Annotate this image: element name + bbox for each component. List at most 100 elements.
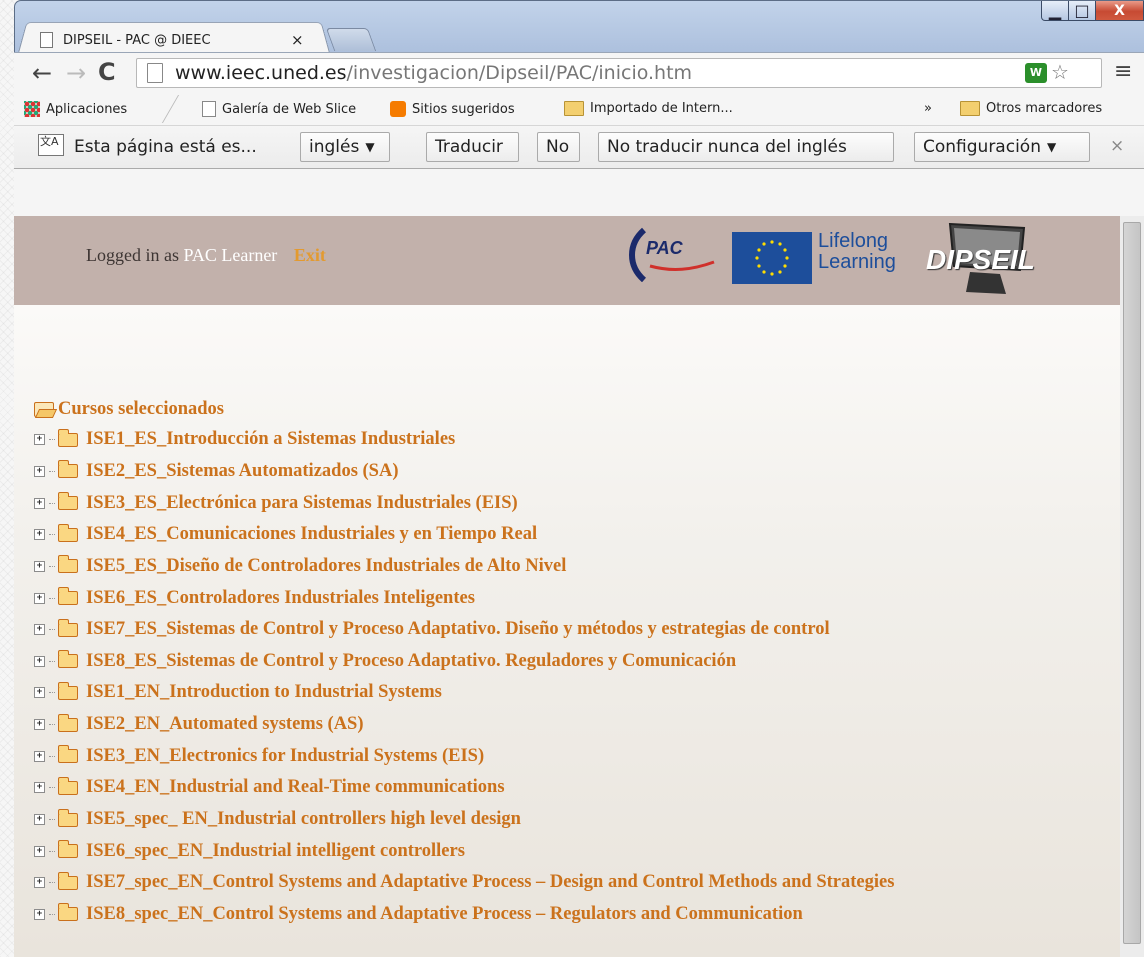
course-link[interactable]: ISE5_spec_ EN_Industrial controllers hig… xyxy=(86,809,521,830)
course-item[interactable]: + ISE8_spec_EN_Control Systems and Adapta… xyxy=(34,899,894,931)
bookmark-label: Otros marcadores xyxy=(986,101,1103,116)
tree-connector xyxy=(49,629,55,631)
course-link[interactable]: ISE3_ES_Electrónica para Sistemas Indust… xyxy=(86,493,518,514)
scrollbar-thumb[interactable] xyxy=(1123,222,1141,944)
course-item[interactable]: + ISE4_EN_Industrial and Real-Time commun… xyxy=(34,772,894,804)
course-item[interactable]: + ISE6_ES_Controladores Industriales Inte… xyxy=(34,582,894,614)
expand-plus-icon[interactable]: + xyxy=(34,529,45,541)
pac-logo-text: PAC xyxy=(646,238,683,258)
expand-plus-icon[interactable]: + xyxy=(34,877,45,889)
menu-icon[interactable]: ≡ xyxy=(1114,59,1132,84)
bookmark-galeria[interactable]: Galería de Web Slice xyxy=(202,101,356,117)
course-item[interactable]: + ISE3_EN_Electronics for Industrial Syst… xyxy=(34,740,894,772)
reload-icon[interactable]: C xyxy=(98,58,116,86)
bookmark-star-icon[interactable]: ☆ xyxy=(1051,60,1069,84)
expand-plus-icon[interactable]: + xyxy=(34,782,45,794)
address-bar[interactable]: www.ieec.uned.es/investigacion/Dipseil/P… xyxy=(136,58,1102,88)
back-arrow-icon[interactable]: ← xyxy=(32,59,52,87)
course-item[interactable]: + ISE7_ES_Sistemas de Control y Proceso A… xyxy=(34,614,894,646)
expand-plus-icon[interactable]: + xyxy=(34,687,45,699)
course-link[interactable]: ISE4_ES_Comunicaciones Industriales y en… xyxy=(86,524,537,545)
bookmark-otros-marcadores[interactable]: Otros marcadores xyxy=(960,101,1102,116)
course-link[interactable]: ISE1_ES_Introducción a Sistemas Industri… xyxy=(86,429,455,450)
translate-button[interactable]: Traducir xyxy=(426,132,519,162)
exit-link[interactable]: Exit xyxy=(294,245,326,265)
never-translate-button[interactable]: No traducir nunca del inglés xyxy=(598,132,894,162)
expand-plus-icon[interactable]: + xyxy=(34,908,45,920)
tree-connector xyxy=(49,660,55,662)
expand-plus-icon[interactable]: + xyxy=(34,434,45,446)
course-link[interactable]: ISE2_EN_Automated systems (AS) xyxy=(86,714,364,735)
translate-button-label: Traducir xyxy=(435,137,503,157)
navigation-row: ← → C www.ieec.uned.es/investigacion/Dip… xyxy=(14,53,1144,93)
language-select[interactable]: inglés ▼ xyxy=(300,132,390,162)
folder-icon xyxy=(58,776,78,795)
minimize-button[interactable]: ▁ xyxy=(1041,1,1069,21)
course-link[interactable]: ISE4_EN_Industrial and Real-Time communi… xyxy=(86,777,505,798)
course-tree: Cursos seleccionados + ISE1_ES_Introducci… xyxy=(34,394,894,930)
window-caption-buttons: ▁ □ X xyxy=(1041,1,1144,21)
vertical-scrollbar[interactable] xyxy=(1120,216,1144,957)
caret-down-icon: ▼ xyxy=(365,140,375,154)
close-window-button[interactable]: X xyxy=(1096,1,1144,21)
expand-plus-icon[interactable]: + xyxy=(34,845,45,857)
course-link[interactable]: ISE8_ES_Sistemas de Control y Proceso Ad… xyxy=(86,651,736,672)
course-link[interactable]: ISE6_ES_Controladores Industriales Intel… xyxy=(86,588,475,609)
bookmark-importado[interactable]: Importado de Intern... xyxy=(564,101,733,116)
course-item[interactable]: + ISE5_ES_Diseño de Controladores Industr… xyxy=(34,551,894,583)
expand-plus-icon[interactable]: + xyxy=(34,750,45,762)
expand-plus-icon[interactable]: + xyxy=(34,814,45,825)
maximize-button[interactable]: □ xyxy=(1069,1,1096,21)
course-item[interactable]: + ISE2_ES_Sistemas Automatizados (SA) xyxy=(34,456,894,488)
course-item[interactable]: + ISE1_ES_Introducción a Sistemas Industr… xyxy=(34,424,894,456)
bookmarks-overflow-chevron-icon[interactable]: » xyxy=(924,101,932,116)
expand-plus-icon[interactable]: + xyxy=(34,497,45,509)
settings-button[interactable]: Configuración ▼ xyxy=(914,132,1090,162)
folder-icon xyxy=(58,681,78,700)
forward-arrow-icon[interactable]: → xyxy=(66,59,86,87)
no-button[interactable]: No xyxy=(537,132,580,162)
course-link[interactable]: ISE3_EN_Electronics for Industrial Syste… xyxy=(86,746,484,767)
expand-plus-icon[interactable]: + xyxy=(34,624,45,636)
eu-flag-logo xyxy=(732,232,812,284)
course-link[interactable]: ISE1_EN_Introduction to Industrial Syste… xyxy=(86,682,442,703)
course-link[interactable]: ISE6_spec_EN_Industrial intelligent cont… xyxy=(86,841,465,862)
course-item[interactable]: + ISE6_spec_EN_Industrial intelligent con… xyxy=(34,835,894,867)
course-item[interactable]: + ISE5_spec_ EN_Industrial controllers hi… xyxy=(34,804,894,836)
tree-connector xyxy=(49,913,55,915)
course-link[interactable]: ISE7_ES_Sistemas de Control y Proceso Ad… xyxy=(86,619,830,640)
expand-plus-icon[interactable]: + xyxy=(34,465,45,477)
bookmark-apps[interactable]: Aplicaciones xyxy=(24,101,127,117)
tree-root[interactable]: Cursos seleccionados xyxy=(34,394,894,424)
tree-connector xyxy=(49,692,55,694)
tab-close-icon[interactable]: × xyxy=(291,31,304,49)
lifelong-learning-logo: Lifelong Learning xyxy=(818,231,896,273)
close-icon: X xyxy=(1114,2,1125,19)
folder-icon xyxy=(58,713,78,732)
expand-plus-icon[interactable]: + xyxy=(34,560,45,572)
browser-toolbar: ← → C www.ieec.uned.es/investigacion/Dip… xyxy=(14,52,1144,223)
new-tab-button[interactable] xyxy=(325,28,377,51)
extension-icon[interactable]: W xyxy=(1025,63,1047,83)
course-link[interactable]: ISE2_ES_Sistemas Automatizados (SA) xyxy=(86,461,399,482)
expand-plus-icon[interactable]: + xyxy=(34,655,45,667)
course-item[interactable]: + ISE8_ES_Sistemas de Control y Proceso A… xyxy=(34,645,894,677)
maximize-icon: □ xyxy=(1074,1,1090,20)
expand-plus-icon[interactable]: + xyxy=(34,592,45,604)
tree-connector xyxy=(49,534,55,536)
expand-plus-icon[interactable]: + xyxy=(34,719,45,731)
course-link[interactable]: ISE8_spec_EN_Control Systems and Adaptat… xyxy=(86,904,803,925)
course-item[interactable]: + ISE1_EN_Introduction to Industrial Syst… xyxy=(34,677,894,709)
course-item[interactable]: + ISE4_ES_Comunicaciones Industriales y e… xyxy=(34,519,894,551)
course-item[interactable]: + ISE2_EN_Automated systems (AS) xyxy=(34,709,894,741)
close-icon[interactable]: × xyxy=(1110,136,1124,156)
course-link[interactable]: ISE5_ES_Diseño de Controladores Industri… xyxy=(86,556,566,577)
bookmarks-bar: Aplicaciones Galería de Web Slice Sitios… xyxy=(14,93,1144,125)
browser-tab[interactable]: DIPSEIL - PAC @ DIEEC × xyxy=(40,28,330,52)
bookmark-sitios[interactable]: Sitios sugeridos xyxy=(390,101,515,117)
folder-icon xyxy=(58,650,78,669)
folder-icon xyxy=(58,555,78,574)
course-item[interactable]: + ISE3_ES_Electrónica para Sistemas Indus… xyxy=(34,487,894,519)
course-item[interactable]: + ISE7_spec_EN_Control Systems and Adapta… xyxy=(34,867,894,899)
course-link[interactable]: ISE7_spec_EN_Control Systems and Adaptat… xyxy=(86,872,894,893)
